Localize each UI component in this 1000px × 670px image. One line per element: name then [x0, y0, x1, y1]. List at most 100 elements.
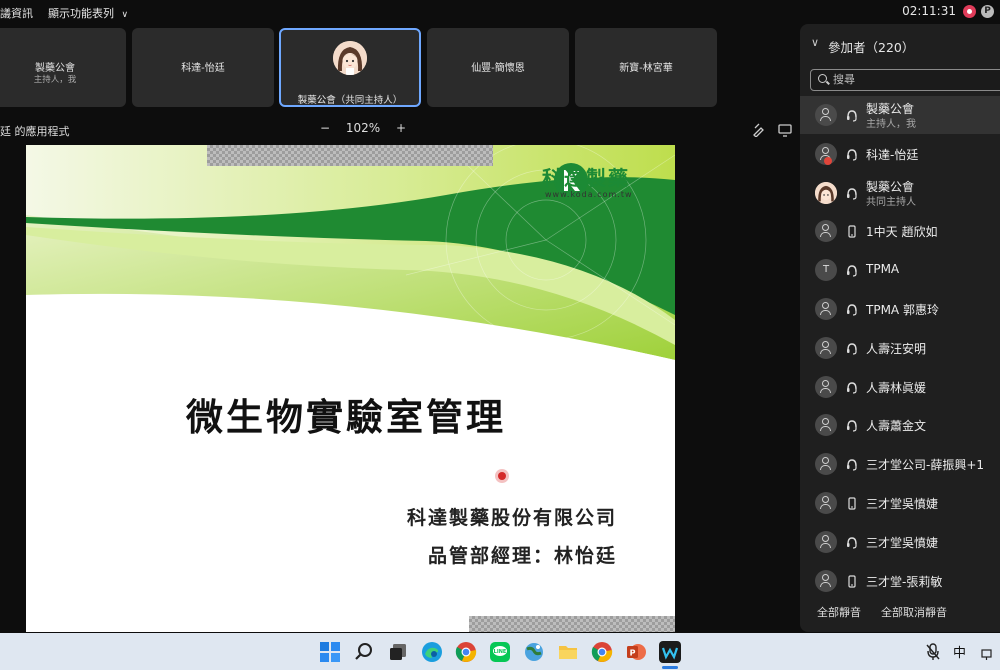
headset-icon	[846, 341, 858, 355]
participant-row[interactable]: 製藥公會 主持人，我	[800, 96, 1000, 134]
pixelated-region	[469, 616, 675, 632]
zoom-in-button[interactable]: +	[396, 121, 406, 135]
collapse-chevron-icon[interactable]: ∨	[811, 36, 819, 49]
participant-search	[810, 69, 1000, 91]
active-app-indicator	[662, 666, 678, 669]
video-tile[interactable]: 仙豐-簡懷恩	[427, 28, 569, 107]
zoom-control: − 102% +	[320, 121, 406, 135]
video-tile[interactable]: 科達-怡廷	[132, 28, 274, 107]
shared-slide: 科達製藥 www.koda.com.tw 微生物實驗室管理 科達製藥股份有限公司…	[26, 145, 675, 632]
edge-icon[interactable]	[421, 641, 443, 663]
avatar	[815, 414, 837, 437]
chrome-icon[interactable]	[455, 641, 477, 663]
network-icon[interactable]	[981, 646, 992, 660]
laser-pointer	[498, 472, 506, 480]
search-input[interactable]	[833, 72, 993, 87]
meeting-info-menu[interactable]: 議資訊	[0, 5, 33, 21]
headset-icon	[846, 418, 858, 432]
participant-row[interactable]: 三才堂公司-薛振興+1	[800, 445, 1000, 483]
pixelated-region	[207, 145, 493, 166]
video-tile[interactable]: 新寶-林宮華	[575, 28, 717, 107]
participant-row[interactable]: TPMA 郭惠玲	[800, 290, 1000, 328]
tile-name: 仙豐-簡懷恩	[471, 63, 525, 74]
participant-name: 人壽汪安明	[866, 341, 927, 356]
tile-name: 製藥公會	[35, 63, 75, 74]
participant-row[interactable]: 人壽林眞媛	[800, 368, 1000, 406]
participant-name: 1中天 趙欣如	[866, 225, 938, 240]
svg-text:LINE: LINE	[494, 649, 507, 655]
avatar	[815, 492, 837, 514]
headset-icon	[846, 380, 858, 394]
participant-row[interactable]: 1中天 趙欣如	[800, 212, 1000, 250]
slide-company: 科達製藥股份有限公司	[406, 507, 617, 529]
logo-text: 科達製藥	[542, 166, 630, 190]
input-method-indicator[interactable]: 中	[953, 642, 966, 661]
participant-row[interactable]: 科達-怡廷	[800, 135, 1000, 173]
participant-name: 科達-怡廷	[866, 147, 919, 162]
phone-icon	[846, 496, 858, 510]
svg-text:P: P	[630, 649, 636, 658]
participant-row[interactable]: 三才堂吳憤婕	[800, 484, 1000, 522]
recording-icon[interactable]	[963, 5, 976, 18]
chevron-down-icon: ∨	[121, 10, 129, 20]
task-view-icon[interactable]	[387, 641, 409, 663]
avatar: T	[815, 259, 837, 282]
participants-title: 參加者（220）	[828, 40, 915, 55]
windows-taskbar: LINE P	[0, 633, 1000, 670]
avatar	[815, 375, 837, 398]
powerpoint-icon[interactable]: P	[625, 641, 647, 663]
headset-icon	[846, 263, 858, 277]
show-menu-bar-menu[interactable]: 顯示功能表列 ∨	[48, 5, 128, 21]
participant-row[interactable]: 人壽蕭金文	[800, 406, 1000, 444]
video-tile[interactable]: 製藥公會 主持人，我	[0, 28, 126, 107]
zoom-out-button[interactable]: −	[320, 121, 330, 135]
unmute-all-button[interactable]: 全部取消靜音	[881, 604, 947, 620]
logo-url: www.koda.com.tw	[545, 190, 633, 199]
presenter-icon[interactable]: P	[981, 5, 994, 18]
participant-name: 三才堂-張莉敏	[866, 574, 943, 589]
headset-icon	[846, 108, 858, 122]
shared-app-label: 廷 的應用程式	[0, 125, 70, 138]
participant-row[interactable]: 三才堂吳憤婕	[800, 523, 1000, 561]
line-icon[interactable]: LINE	[489, 641, 511, 663]
avatar	[815, 569, 837, 592]
participant-row[interactable]: 人壽汪安明	[800, 329, 1000, 367]
annotate-icon[interactable]	[752, 123, 766, 138]
avatar	[815, 453, 837, 476]
mute-all-button[interactable]: 全部靜音	[817, 604, 861, 620]
avatar	[815, 181, 837, 204]
participant-name: 人壽蕭金文	[866, 419, 927, 434]
avatar	[815, 104, 837, 126]
search-icon[interactable]	[353, 641, 375, 663]
tile-name: 新寶-林宮華	[619, 63, 673, 74]
share-toolbar: 廷 的應用程式 − 102% +	[0, 118, 800, 142]
search-icon	[818, 74, 827, 83]
share-screen-icon[interactable]	[778, 123, 792, 137]
show-menu-bar-label: 顯示功能表列	[48, 7, 114, 20]
video-tile-active[interactable]: 製藥公會（共同主持人）	[279, 28, 421, 107]
avatar	[815, 336, 837, 359]
tile-name: 製藥公會（共同主持人）	[297, 95, 403, 106]
meeting-top-bar: 議資訊 顯示功能表列 ∨ 02:11:31 P	[0, 0, 1000, 24]
tile-role: 主持人，我	[33, 75, 77, 85]
participant-row[interactable]: T TPMA	[800, 251, 1000, 289]
participant-name: TPMA	[866, 262, 900, 277]
participant-role: 共同主持人	[866, 196, 916, 208]
zoom-level: 102%	[345, 121, 381, 135]
phone-icon	[846, 224, 858, 238]
participant-row[interactable]: 三才堂-張莉敏	[800, 562, 1000, 600]
meeting-clock: 02:11:31	[902, 4, 956, 18]
girl-avatar-icon	[333, 41, 367, 75]
participant-row[interactable]: 製藥公會 共同主持人	[800, 174, 1000, 212]
browser-globe-icon[interactable]	[523, 641, 545, 663]
slide-title: 微生物實驗室管理	[186, 395, 506, 439]
headset-icon	[846, 457, 858, 471]
webex-icon[interactable]	[659, 641, 681, 663]
chrome-icon[interactable]	[591, 641, 613, 663]
windows-start-icon[interactable]	[319, 641, 341, 663]
avatar	[815, 298, 837, 320]
mic-muted-icon[interactable]	[925, 643, 941, 661]
headset-icon	[846, 147, 858, 161]
tile-name: 科達-怡廷	[181, 63, 225, 74]
file-explorer-icon[interactable]	[557, 641, 579, 663]
